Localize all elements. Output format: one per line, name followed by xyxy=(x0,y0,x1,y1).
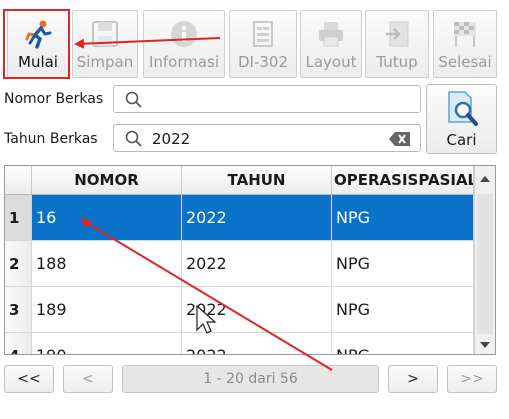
document-search-icon xyxy=(447,90,479,132)
cell-nomor[interactable]: 16 xyxy=(32,195,182,241)
info-icon xyxy=(169,19,199,53)
printer-icon xyxy=(316,19,346,53)
informasi-button[interactable]: Informasi xyxy=(143,10,225,78)
cell-tahun[interactable]: 2022 xyxy=(182,333,332,354)
nomor-berkas-input[interactable] xyxy=(113,85,421,113)
cell-nomor[interactable]: 190 xyxy=(32,333,182,354)
row-number: 1 xyxy=(5,195,32,241)
tutup-button[interactable]: Tutup xyxy=(365,10,429,78)
cell-tahun[interactable]: 2022 xyxy=(182,195,332,241)
tahun-berkas-value: 2022 xyxy=(152,130,191,148)
finish-flag-icon xyxy=(450,19,480,53)
selesai-label: Selesai xyxy=(438,53,492,71)
cell-tahun[interactable]: 2022 xyxy=(182,241,332,287)
search-icon xyxy=(125,91,143,113)
di-302-label: DI-302 xyxy=(237,53,289,71)
nomor-berkas-label: Nomor Berkas xyxy=(4,91,104,107)
di-302-button[interactable]: DI-302 xyxy=(229,10,297,78)
simpan-button[interactable]: Simpan xyxy=(72,10,138,78)
table-row[interactable]: 2 188 2022 NPG xyxy=(5,241,474,287)
column-header-tahun[interactable]: TAHUN xyxy=(182,166,332,195)
cell-operasispasial[interactable]: NPG xyxy=(332,241,474,287)
scroll-down-arrow-icon[interactable] xyxy=(480,342,490,348)
first-page-button[interactable]: << xyxy=(4,365,54,393)
row-number: 4 xyxy=(5,333,32,354)
vertical-scrollbar[interactable] xyxy=(474,166,495,354)
tutup-label: Tutup xyxy=(376,53,418,71)
layout-label: Layout xyxy=(305,53,357,71)
table-row[interactable]: 3 189 2022 NPG xyxy=(5,287,474,333)
row-number: 3 xyxy=(5,287,32,333)
table-row[interactable]: 4 190 2022 NPG xyxy=(5,333,474,354)
cell-operasispasial[interactable]: NPG xyxy=(332,287,474,333)
column-header-nomor[interactable]: NOMOR xyxy=(32,166,182,195)
previous-page-button[interactable]: < xyxy=(63,365,113,393)
column-header-operasispasial[interactable]: OPERASISPASIAL xyxy=(332,166,474,195)
annotation-highlight-box xyxy=(3,9,70,79)
floppy-disk-icon xyxy=(90,19,120,53)
clear-icon[interactable] xyxy=(389,131,411,150)
exit-icon xyxy=(382,19,412,53)
cari-button[interactable]: Cari xyxy=(426,84,497,154)
table-row[interactable]: 1 16 2022 NPG xyxy=(5,195,474,241)
informasi-label: Informasi xyxy=(148,53,220,71)
cell-operasispasial[interactable]: NPG xyxy=(332,195,474,241)
cell-nomor[interactable]: 189 xyxy=(32,287,182,333)
row-number: 2 xyxy=(5,241,32,287)
search-icon xyxy=(125,130,143,152)
simpan-label: Simpan xyxy=(76,53,134,71)
cell-operasispasial[interactable]: NPG xyxy=(332,333,474,354)
scrollbar-thumb[interactable] xyxy=(477,194,493,334)
last-page-button[interactable]: >> xyxy=(447,365,497,393)
tahun-berkas-input[interactable]: 2022 xyxy=(113,124,421,152)
page-info: 1 - 20 dari 56 xyxy=(122,365,379,393)
scroll-up-arrow-icon[interactable] xyxy=(480,176,490,182)
document-list-icon xyxy=(248,19,278,53)
cell-tahun[interactable]: 2022 xyxy=(182,287,332,333)
tahun-berkas-label: Tahun Berkas xyxy=(4,131,98,147)
cell-nomor[interactable]: 188 xyxy=(32,241,182,287)
berkas-table[interactable]: NOMOR TAHUN OPERASISPASIAL 1 16 2022 NPG… xyxy=(4,165,496,355)
layout-button[interactable]: Layout xyxy=(300,10,362,78)
next-page-button[interactable]: > xyxy=(388,365,438,393)
selesai-button[interactable]: Selesai xyxy=(433,10,497,78)
row-header-corner xyxy=(5,166,32,195)
cari-label: Cari xyxy=(446,131,477,149)
